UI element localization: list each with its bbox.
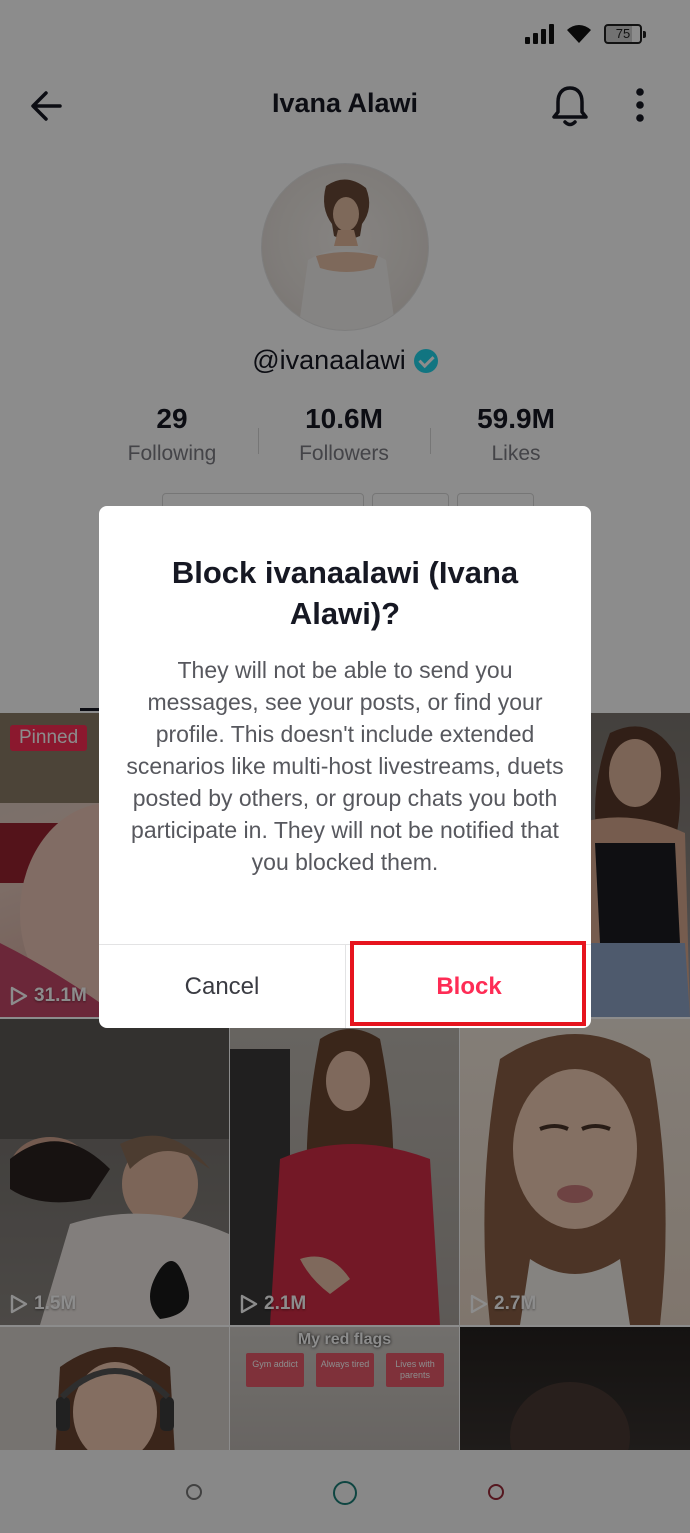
block-button-highlight <box>350 941 586 1026</box>
dialog-title: Block ivanaalawi (Ivana Alawi)? <box>171 555 519 631</box>
dialog-body: They will not be able to send you messag… <box>126 657 564 875</box>
cancel-button[interactable]: Cancel <box>99 945 345 1028</box>
